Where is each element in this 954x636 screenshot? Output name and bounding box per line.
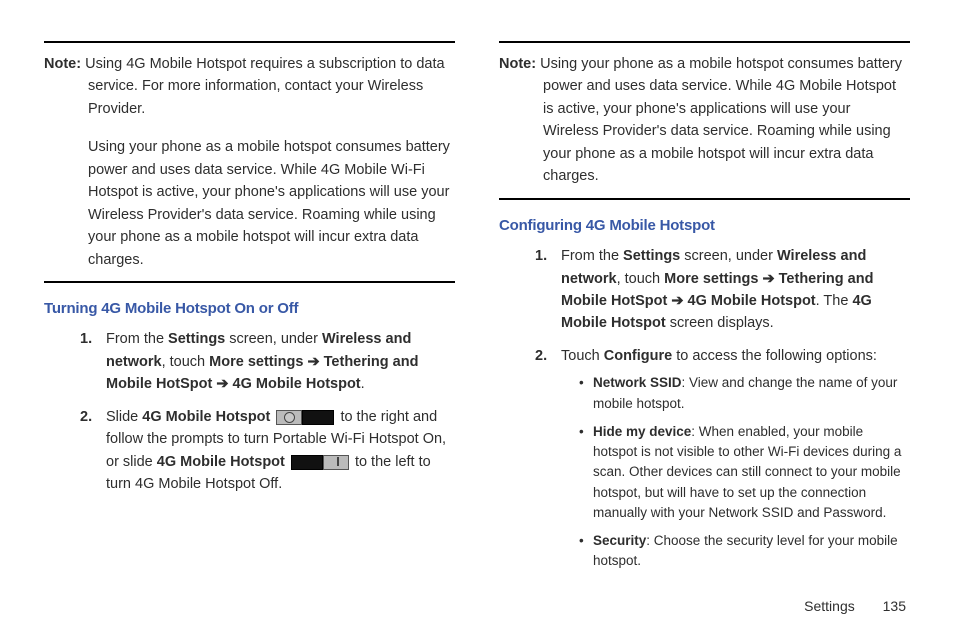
- page-footer: Settings 135: [0, 598, 954, 614]
- right-column: Note: Using your phone as a mobile hotsp…: [499, 35, 910, 540]
- note-text-1: Using 4G Mobile Hotspot requires a subsc…: [85, 56, 444, 117]
- step-1-right: From the Settings screen, under Wireless…: [535, 245, 910, 335]
- heading-turning-hotspot: Turning 4G Mobile Hotspot On or Off: [44, 297, 455, 320]
- bullet-label: Hide my device: [593, 424, 691, 439]
- bold: Configure: [604, 348, 672, 364]
- steps-right: From the Settings screen, under Wireless…: [535, 245, 910, 572]
- arrow-icon: ➔: [758, 271, 778, 287]
- footer-section: Settings: [804, 598, 855, 614]
- arrow-icon: ➔: [303, 354, 323, 370]
- bold: 4G Mobile Hotspot: [233, 376, 361, 392]
- text: screen, under: [225, 331, 322, 347]
- bold: Settings: [623, 248, 680, 264]
- text: screen displays.: [666, 315, 774, 331]
- text: Slide: [106, 409, 142, 425]
- rule-bottom-right: [499, 198, 910, 200]
- rule-top-left: [44, 41, 455, 43]
- list-item: Security: Choose the security level for …: [579, 531, 910, 572]
- toggle-on-icon: [291, 453, 349, 471]
- note-left: Note: Using 4G Mobile Hotspot requires a…: [44, 53, 455, 271]
- steps-left: From the Settings screen, under Wireless…: [80, 328, 455, 495]
- text: , touch: [162, 354, 210, 370]
- toggle-off-icon: [276, 408, 334, 426]
- text: From the: [106, 331, 168, 347]
- step-2-left: Slide 4G Mobile Hotspot to the right and…: [80, 406, 455, 496]
- bold: More settings: [664, 271, 758, 287]
- bold: More settings: [209, 354, 303, 370]
- rule-top-right: [499, 41, 910, 43]
- note-text: Using your phone as a mobile hotspot con…: [540, 56, 902, 184]
- note-text-2: Using your phone as a mobile hotspot con…: [88, 136, 455, 271]
- step-1-left: From the Settings screen, under Wireless…: [80, 328, 455, 395]
- text: to access the following options:: [672, 348, 877, 364]
- bold: 4G Mobile Hotspot: [142, 409, 270, 425]
- heading-configuring-hotspot: Configuring 4G Mobile Hotspot: [499, 214, 910, 237]
- list-item: Network SSID: View and change the name o…: [579, 373, 910, 414]
- rule-bottom-left: [44, 281, 455, 283]
- bold: Settings: [168, 331, 225, 347]
- text: From the: [561, 248, 623, 264]
- text: Touch: [561, 348, 604, 364]
- left-column: Note: Using 4G Mobile Hotspot requires a…: [44, 35, 455, 540]
- bold: 4G Mobile Hotspot: [688, 293, 816, 309]
- note-label: Note:: [499, 56, 536, 72]
- list-item: Hide my device: When enabled, your mobil…: [579, 422, 910, 523]
- note-label: Note:: [44, 56, 81, 72]
- bullet-list: Network SSID: View and change the name o…: [579, 373, 910, 571]
- text: , touch: [617, 271, 665, 287]
- bullet-label: Security: [593, 533, 646, 548]
- text: . The: [816, 293, 853, 309]
- footer-page-number: 135: [883, 598, 906, 614]
- step-2-right: Touch Configure to access the following …: [535, 345, 910, 572]
- page-content: Note: Using 4G Mobile Hotspot requires a…: [0, 0, 954, 560]
- bullet-label: Network SSID: [593, 375, 682, 390]
- arrow-icon: ➔: [212, 376, 232, 392]
- arrow-icon: ➔: [667, 293, 687, 309]
- note-right: Note: Using your phone as a mobile hotsp…: [499, 53, 910, 188]
- bold: 4G Mobile Hotspot: [157, 454, 285, 470]
- text: .: [361, 376, 365, 392]
- text: screen, under: [680, 248, 777, 264]
